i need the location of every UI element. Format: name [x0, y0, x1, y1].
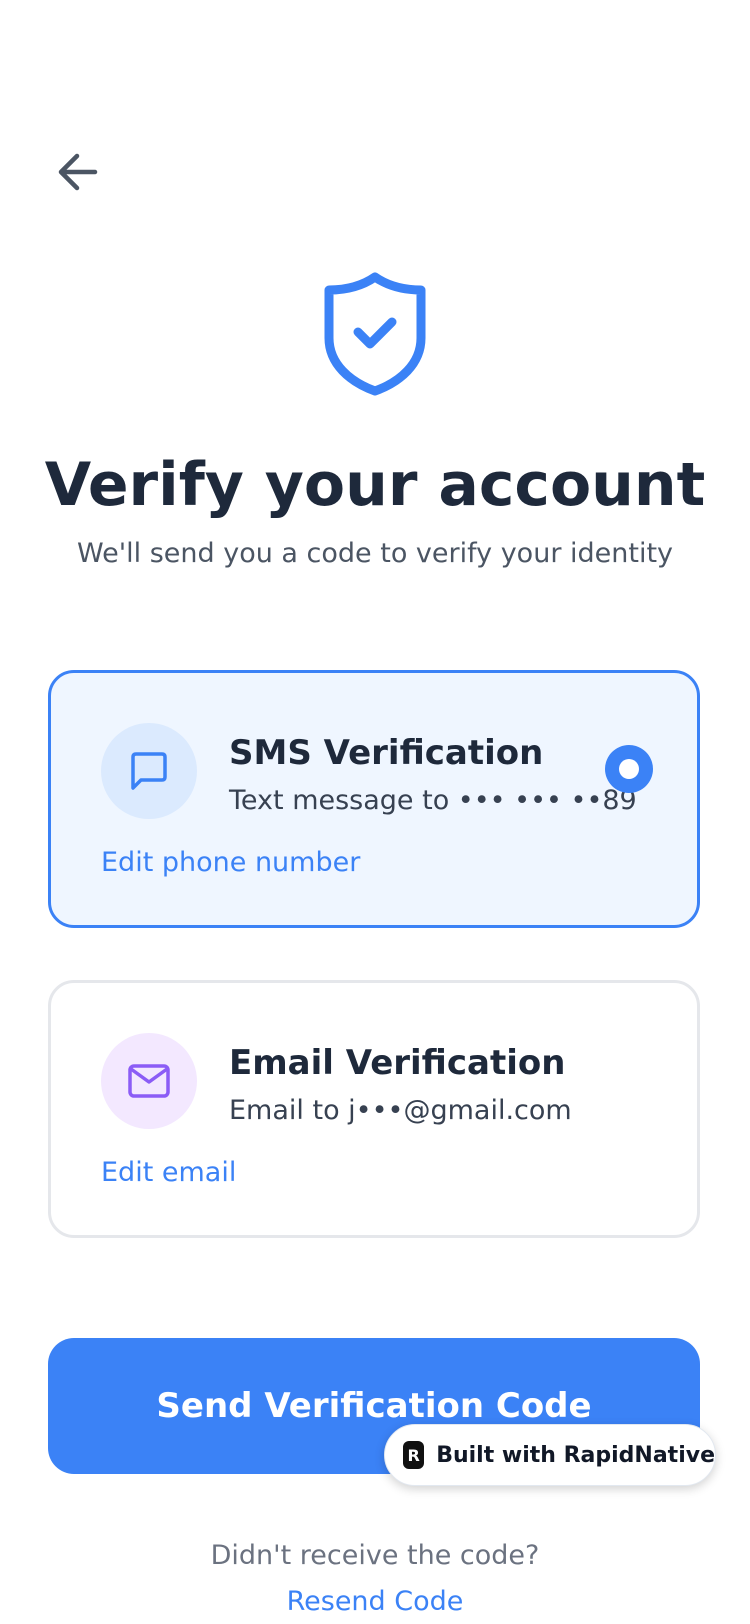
back-button[interactable]: [52, 146, 104, 198]
sms-option-title: SMS Verification: [229, 733, 544, 773]
shield-check-icon: [324, 272, 426, 396]
email-option-title: Email Verification: [229, 1043, 566, 1083]
sms-radio-selected[interactable]: [605, 745, 653, 793]
email-option-subtitle: Email to j•••@gmail.com: [229, 1095, 572, 1126]
didnt-receive-text: Didn't receive the code?: [210, 1540, 540, 1571]
edit-phone-link[interactable]: Edit phone number: [101, 847, 360, 878]
page-title: Verify your account: [44, 450, 706, 520]
edit-email-link[interactable]: Edit email: [101, 1157, 236, 1188]
email-verification-option[interactable]: Email Verification Email to j•••@gmail.c…: [48, 980, 700, 1238]
rapidnative-logo-icon: R: [403, 1441, 425, 1469]
email-icon-circle: [101, 1033, 197, 1129]
built-with-rapidnative-badge[interactable]: R Built with RapidNative: [384, 1424, 716, 1486]
radio-dot: [619, 759, 639, 779]
arrow-left-icon: [58, 153, 98, 191]
resend-code-link[interactable]: Resend Code: [0, 1586, 750, 1617]
page-subtitle: We'll send you a code to verify your ide…: [76, 538, 674, 569]
sms-icon-circle: [101, 723, 197, 819]
badge-label: Built with RapidNative: [436, 1442, 715, 1468]
mail-icon: [128, 1064, 170, 1098]
sms-option-subtitle: Text message to ••• ••• ••89: [229, 785, 637, 816]
sms-verification-option[interactable]: SMS Verification Text message to ••• •••…: [48, 670, 700, 928]
message-square-icon: [131, 752, 167, 790]
